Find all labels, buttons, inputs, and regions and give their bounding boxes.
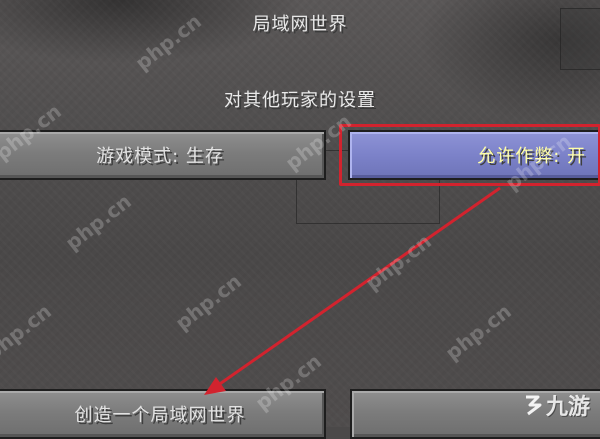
brand-logo-icon: [525, 395, 542, 416]
brand-logo-text: 九游: [545, 395, 590, 420]
brand-logo: 九游: [522, 389, 590, 421]
annotation-arrow-head: [204, 377, 226, 395]
annotation-arrow: [204, 186, 501, 395]
annotation-arrow-shaft: [213, 186, 501, 390]
